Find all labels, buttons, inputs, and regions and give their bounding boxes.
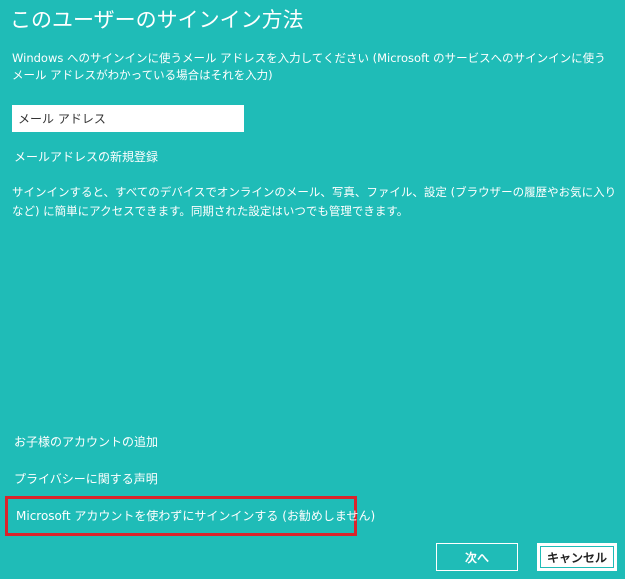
- description-text: Windows へのサインインに使うメール アドレスを入力してください (Mic…: [12, 51, 606, 82]
- register-email-link[interactable]: メールアドレスの新規登録: [14, 149, 158, 165]
- local-account-link[interactable]: Microsoft アカウントを使わずにサインインする (お勧めしません): [16, 508, 375, 524]
- email-input[interactable]: [12, 105, 244, 132]
- info-text: サインインすると、すべてのデバイスでオンラインのメール、写真、ファイル、設定 (…: [12, 185, 617, 218]
- cancel-button[interactable]: キャンセル: [537, 543, 617, 571]
- add-child-account-link[interactable]: お子様のアカウントの追加: [14, 434, 158, 450]
- next-button[interactable]: 次へ: [436, 543, 518, 571]
- page-title: このユーザーのサインイン方法: [10, 8, 304, 32]
- privacy-statement-link[interactable]: プライバシーに関する声明: [14, 471, 158, 487]
